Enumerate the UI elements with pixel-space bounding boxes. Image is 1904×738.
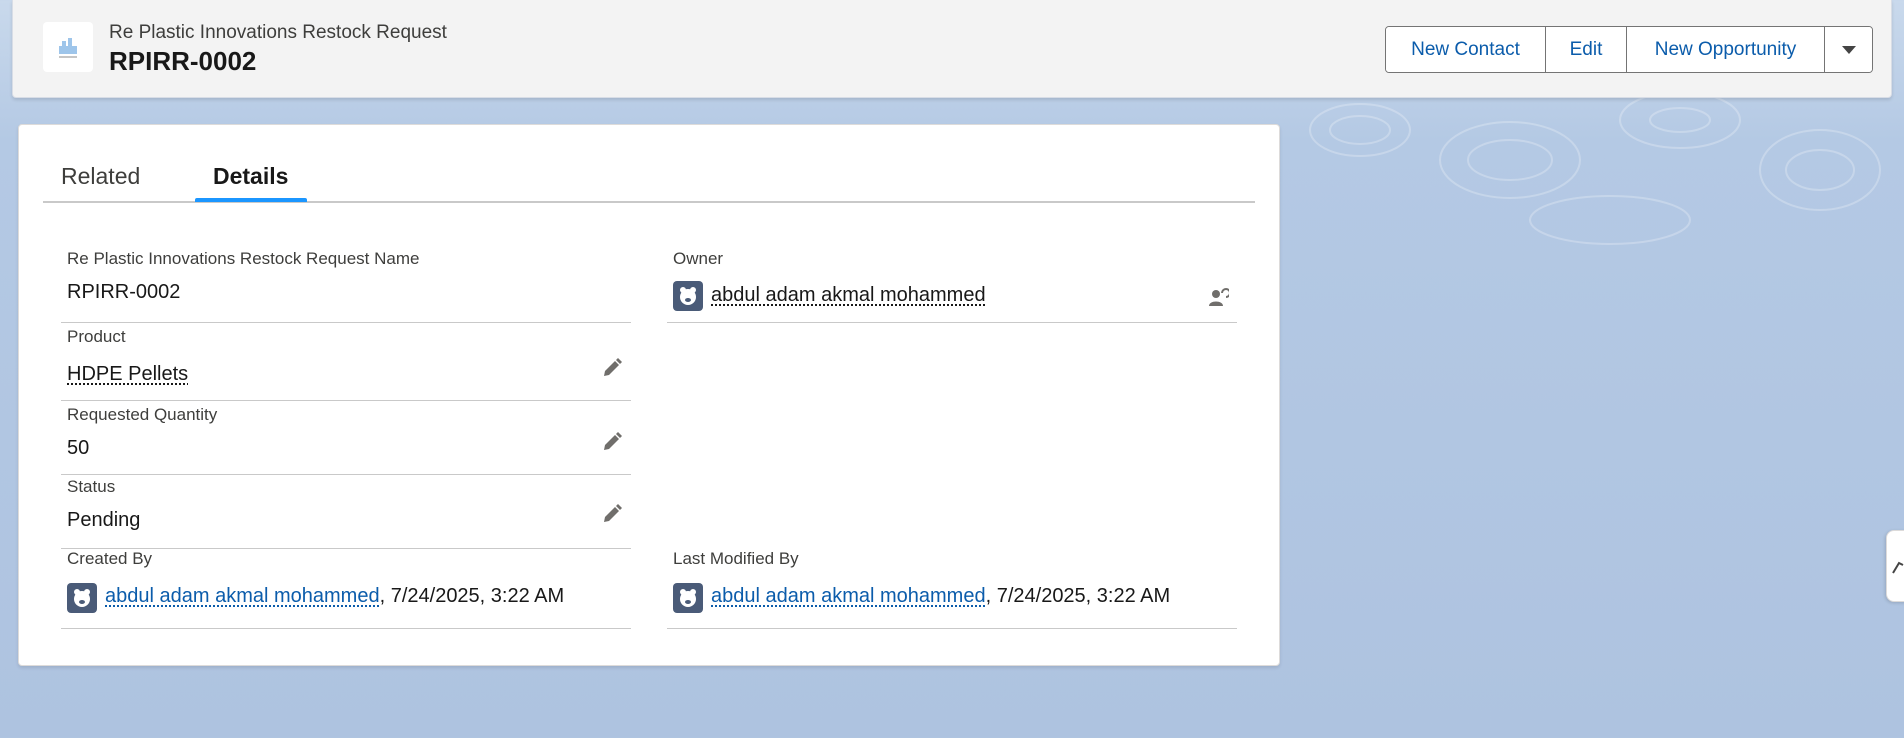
field-status: Status Pending <box>61 477 631 549</box>
field-label: Owner <box>673 249 724 268</box>
field-label: Re Plastic Innovations Restock Request N… <box>67 249 420 268</box>
object-type-label: Re Plastic Innovations Restock Request <box>109 22 447 43</box>
field-divider <box>61 322 631 323</box>
chevron-down-icon <box>1841 45 1856 54</box>
field-value: 50 <box>67 437 90 459</box>
tab-related[interactable]: Related <box>61 163 140 203</box>
new-contact-button[interactable]: New Contact <box>1386 27 1546 72</box>
field-divider <box>61 628 631 629</box>
page-title: RPIRR-0002 <box>109 46 257 76</box>
field-value: Pending <box>67 509 141 531</box>
active-tab-indicator <box>195 198 307 202</box>
product-link[interactable]: HDPE Pellets <box>67 363 188 386</box>
field-owner: Owner abdul adam akmal mohammed <box>667 249 1237 323</box>
field-label: Last Modified By <box>673 549 799 568</box>
record-object-icon <box>43 22 93 72</box>
field-created-by: Created By abdul adam akmal mohammed, 7/… <box>61 549 631 629</box>
change-owner-icon[interactable] <box>1207 287 1229 309</box>
field-requested-quantity: Requested Quantity 50 <box>61 405 631 475</box>
user-avatar-icon <box>680 589 696 607</box>
field-divider <box>667 628 1237 629</box>
expand-panel-icon <box>1892 561 1904 574</box>
edit-button[interactable]: Edit <box>1546 27 1627 72</box>
background-topo-pattern <box>1309 91 1881 245</box>
field-label: Requested Quantity <box>67 405 218 424</box>
created-timestamp: , 7/24/2025, 3:22 AM <box>379 585 565 607</box>
field-label: Status <box>67 477 116 496</box>
avatar <box>673 281 703 311</box>
created-by-user-link[interactable]: abdul adam akmal mohammed <box>105 585 380 607</box>
field-label: Product <box>67 327 126 346</box>
more-actions-button[interactable] <box>1825 27 1872 72</box>
field-value: RPIRR-0002 <box>67 281 181 303</box>
avatar <box>67 583 97 613</box>
edit-pencil-icon[interactable] <box>601 431 623 453</box>
field-label: Created By <box>67 549 153 568</box>
field-last-modified-by: Last Modified By abdul adam akmal mohamm… <box>667 549 1237 629</box>
avatar <box>673 583 703 613</box>
field-divider <box>61 474 631 475</box>
owner-link[interactable]: abdul adam akmal mohammed <box>711 284 986 307</box>
field-product: Product HDPE Pellets <box>61 327 631 401</box>
field-divider <box>61 400 631 401</box>
last-modified-by-user-link[interactable]: abdul adam akmal mohammed <box>711 585 986 607</box>
user-avatar-icon <box>74 589 90 607</box>
field-divider <box>667 322 1237 323</box>
last-modified-timestamp: , 7/24/2025, 3:22 AM <box>985 585 1171 607</box>
utility-panel-handle[interactable] <box>1886 530 1904 602</box>
tab-bar: Related Details <box>43 153 1255 203</box>
header-actions: New Contact Edit New Opportunity <box>1385 26 1873 73</box>
last-modified-by-value: abdul adam akmal mohammed, 7/24/2025, 3:… <box>711 585 1170 608</box>
details-card: Related Details Re Plastic Innovations R… <box>18 124 1280 666</box>
edit-pencil-icon[interactable] <box>601 357 623 379</box>
record-header: Re Plastic Innovations Restock Request R… <box>12 0 1892 98</box>
field-name: Re Plastic Innovations Restock Request N… <box>61 249 631 323</box>
created-by-value: abdul adam akmal mohammed, 7/24/2025, 3:… <box>105 585 564 608</box>
user-avatar-icon <box>680 287 696 305</box>
tab-details[interactable]: Details <box>213 163 288 203</box>
new-opportunity-button[interactable]: New Opportunity <box>1627 27 1825 72</box>
edit-pencil-icon[interactable] <box>601 503 623 525</box>
